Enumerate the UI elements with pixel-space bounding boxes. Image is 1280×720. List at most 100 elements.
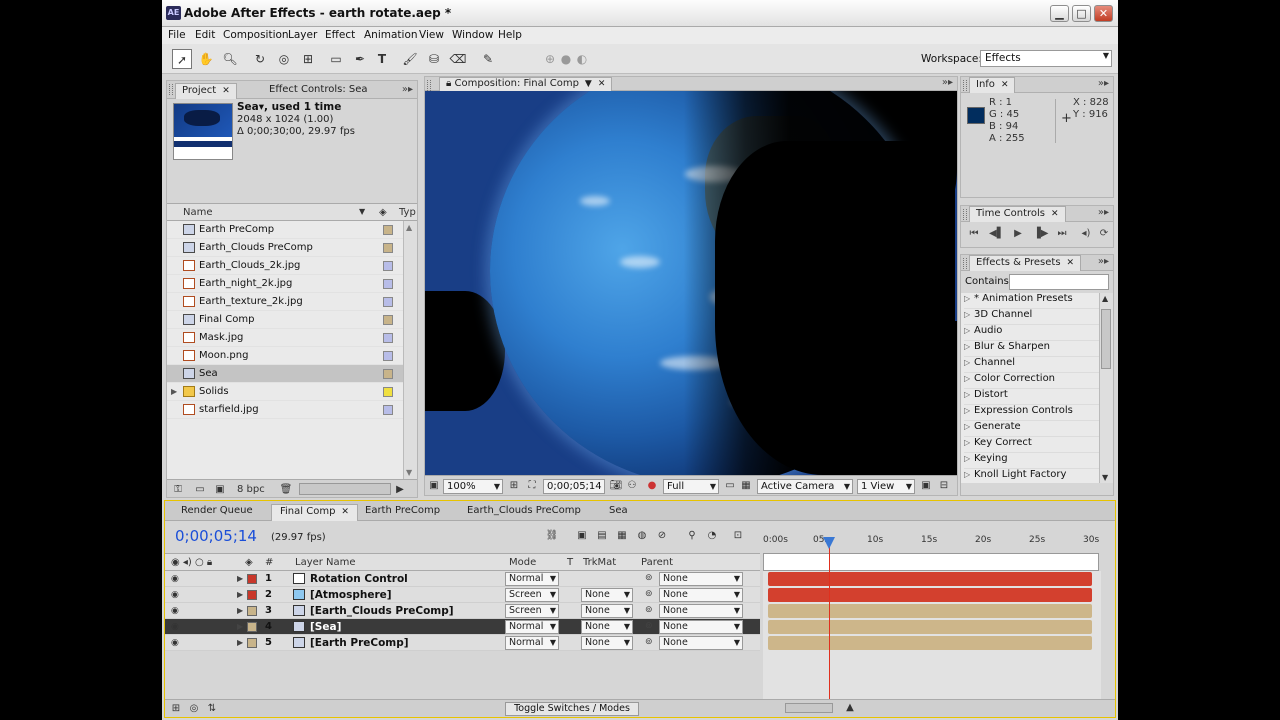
scroll-down-icon[interactable]: ▼ [406,468,412,477]
menu-edit[interactable]: Edit [195,29,215,41]
workspace-dropdown[interactable]: Effects ▼ [980,50,1112,67]
blend-mode-dropdown[interactable]: Normal ▼ [505,636,559,650]
draft-3d-icon[interactable]: ▤ [595,529,609,543]
selection-tool-icon[interactable]: ➚ [172,49,192,69]
close-icon[interactable]: ✕ [222,86,230,96]
panel-menu-icon[interactable]: »▸ [402,84,413,95]
trash-icon[interactable]: 🗑︎ [279,483,293,497]
layer-row[interactable]: ◉ ▶ 4 [Sea] Normal ▼ None ▼ ⊚ None ▼ [165,619,760,635]
in-out-pane-icon[interactable]: ⇅ [205,702,219,716]
expand-arrow-icon[interactable]: ▷ [964,406,974,415]
layer-label-color[interactable] [247,590,257,600]
track-matte-dropdown[interactable]: None ▼ [581,620,633,634]
menu-animation[interactable]: Animation [364,29,418,41]
layer-row[interactable]: ◉ ▶ 3 [Earth_Clouds PreComp] Screen ▼ None ▼ ⊚ No… [165,603,760,619]
label-color-swatch[interactable] [383,405,393,415]
new-folder-icon[interactable]: ▭ [193,483,207,497]
label-color-swatch[interactable] [383,351,393,361]
expand-arrow-icon[interactable]: ▷ [964,422,974,431]
expand-arrow-icon[interactable]: ▶ [237,590,243,599]
graph-editor-icon[interactable]: ⚲ [685,529,699,543]
label-color-swatch[interactable] [383,279,393,289]
panel-gripper-icon[interactable] [169,84,173,95]
panel-gripper-icon[interactable] [963,209,967,220]
tab-composition[interactable]: 🔒︎ Composition: Final Comp ▼ ✕ [439,77,613,91]
previous-frame-icon[interactable]: ◀▌ [989,228,1004,239]
timeline-current-time[interactable]: 0;00;05;14 [175,527,257,545]
project-item[interactable]: starfield.jpg [167,401,403,419]
brainstorm-icon[interactable]: ◔ [705,529,719,543]
blend-mode-dropdown[interactable]: Normal ▼ [505,572,559,586]
effects-category[interactable]: ▷ Generate [964,421,1099,437]
label-color-swatch[interactable] [383,369,393,379]
layer-name[interactable]: [Sea] [310,621,341,633]
visibility-eye-icon[interactable]: ◉ [171,574,179,584]
panel-menu-icon[interactable]: »▸ [1098,207,1109,218]
visibility-eye-icon[interactable]: ◉ [171,590,179,600]
layer-duration-bar[interactable] [768,588,1092,602]
col-trkmat-header[interactable]: TrkMat [583,557,616,568]
panel-menu-icon[interactable]: »▸ [1098,78,1109,89]
col-t-header[interactable]: T [567,557,573,568]
menu-view[interactable]: View [419,29,444,41]
blend-mode-dropdown[interactable]: Screen ▼ [505,604,559,618]
col-layer-name-header[interactable]: Layer Name [295,557,356,568]
close-button[interactable]: ✕ [1094,5,1113,22]
zoom-in-mountain-icon[interactable]: ▲ [843,701,857,715]
parent-dropdown[interactable]: None ▼ [659,572,743,586]
effects-category[interactable]: ▷ Channel [964,357,1099,373]
expand-arrow-icon[interactable]: ▶ [171,387,177,396]
visibility-eye-icon[interactable]: ◉ [171,606,179,616]
scroll-right-icon[interactable]: ▶ [393,483,407,497]
layer-label-color[interactable] [247,622,257,632]
interpret-footage-icon[interactable]: ⚿ [171,483,185,497]
project-item[interactable]: Sea [167,365,403,383]
panel-menu-icon[interactable]: »▸ [942,77,953,88]
label-column-icon[interactable]: ◈ [245,557,253,568]
close-icon[interactable]: ✕ [598,79,606,89]
visibility-eye-icon[interactable]: ◉ [171,622,179,632]
tab-info[interactable]: Info ✕ [969,77,1016,93]
project-item[interactable]: Moon.png [167,347,403,365]
flowchart-icon[interactable]: ⊟ [937,479,951,493]
parent-dropdown[interactable]: None ▼ [659,604,743,618]
layer-name[interactable]: Rotation Control [310,573,408,585]
loop-icon[interactable]: ⟳ [1097,228,1111,239]
expand-arrow-icon[interactable]: ▷ [964,390,974,399]
motion-blur-icon[interactable]: ◍ [635,529,649,543]
tab-time-controls[interactable]: Time Controls ✕ [969,206,1066,222]
col-name-header[interactable]: Name [183,207,213,218]
comp-marker-icon[interactable]: ⊡ [731,529,745,543]
transparency-grid-icon[interactable]: ▦ [739,479,753,493]
first-frame-icon[interactable]: ⏮ [967,228,981,239]
project-item[interactable]: Final Comp [167,311,403,329]
col-parent-header[interactable]: Parent [641,557,673,568]
menu-window[interactable]: Window [452,29,493,41]
layer-row[interactable]: ◉ ▶ 2 [Atmosphere] Screen ▼ None ▼ ⊚ None ▼ [165,587,760,603]
minimize-button[interactable]: ▁ [1050,5,1069,22]
effects-search-input[interactable] [1009,274,1109,290]
label-color-swatch[interactable] [383,225,393,235]
menu-help[interactable]: Help [498,29,522,41]
tab-final-comp[interactable]: Final Comp ✕ [271,504,358,521]
expand-arrow-icon[interactable]: ▷ [964,454,974,463]
effects-category[interactable]: ▷ Expression Controls [964,405,1099,421]
layer-row[interactable]: ◉ ▶ 1 Rotation Control Normal ▼ ⊚ None ▼ [165,571,760,587]
expand-arrow-icon[interactable]: ▷ [964,342,974,351]
project-item[interactable]: Earth_Clouds_2k.jpg [167,257,403,275]
snapshot-icon[interactable]: 📷︎ [609,479,623,493]
tab-effects-presets[interactable]: Effects & Presets ✕ [969,255,1082,271]
magnification-dropdown[interactable]: 100% ▼ [443,479,503,494]
expand-arrow-icon[interactable]: ▷ [964,326,974,335]
composition-viewer[interactable] [425,91,957,475]
panel-gripper-icon[interactable] [963,80,967,91]
layer-label-color[interactable] [247,638,257,648]
menu-file[interactable]: File [168,29,186,41]
pick-whip-icon[interactable]: ⊚ [645,589,653,599]
project-item[interactable]: Earth_Clouds PreComp [167,239,403,257]
show-snapshot-icon[interactable]: ⚇ [625,479,639,493]
label-color-swatch[interactable] [383,261,393,271]
pick-whip-icon[interactable]: ⊚ [645,605,653,615]
expand-arrow-icon[interactable]: ▷ [964,294,974,303]
project-item[interactable]: Earth PreComp [167,221,403,239]
